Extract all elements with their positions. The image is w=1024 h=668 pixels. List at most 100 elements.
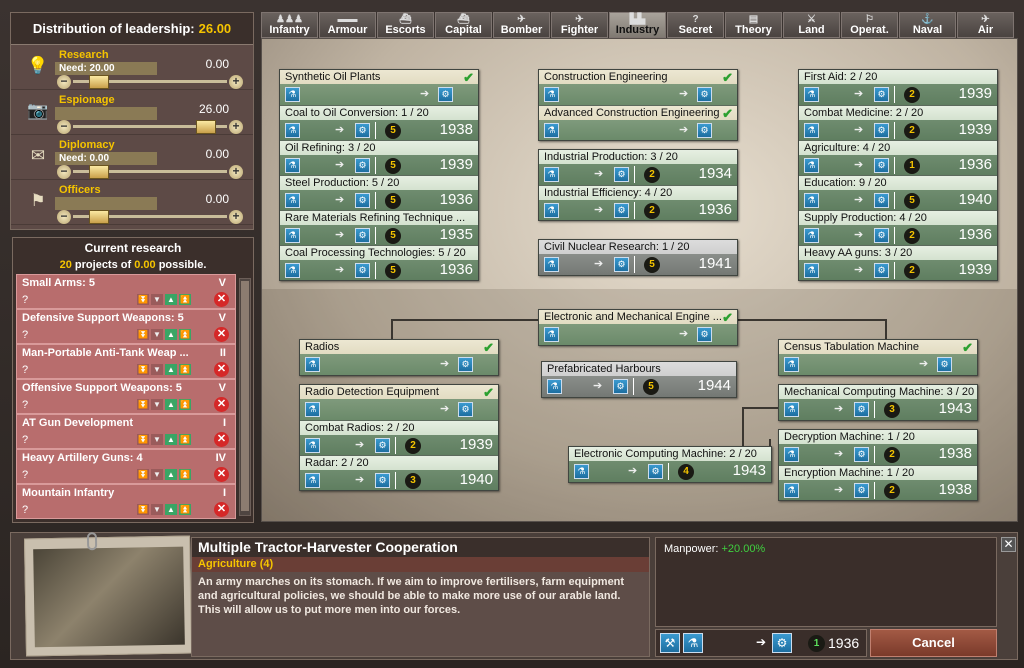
leadership-slider[interactable]: − + <box>57 165 243 179</box>
leadership-slider[interactable]: − + <box>57 75 243 89</box>
tab-naval[interactable]: ⚓ Naval <box>899 12 956 38</box>
move-top-icon[interactable]: ⏫ <box>179 504 191 515</box>
minus-button[interactable]: − <box>57 120 71 134</box>
move-bottom-icon[interactable]: ⏬ <box>137 504 149 515</box>
move-up-icon[interactable]: ▲ <box>165 469 177 480</box>
move-top-icon[interactable]: ⏫ <box>179 329 191 340</box>
tech-row[interactable]: Steel Production: 5 / 20 ⚗ ➔ ⚙ 5 1936 <box>280 175 478 210</box>
plus-button[interactable]: + <box>229 120 243 134</box>
move-up-icon[interactable]: ▲ <box>165 364 177 375</box>
move-bottom-icon[interactable]: ⏬ <box>137 329 149 340</box>
move-down-icon[interactable]: ▼ <box>151 504 163 515</box>
plus-button[interactable]: + <box>229 210 243 224</box>
move-down-icon[interactable]: ▼ <box>151 329 163 340</box>
plus-button[interactable]: + <box>229 165 243 179</box>
tab-land[interactable]: ⚔ Land <box>783 12 840 38</box>
move-up-icon[interactable]: ▲ <box>165 329 177 340</box>
remove-icon[interactable]: ✕ <box>214 467 229 482</box>
move-top-icon[interactable]: ⏫ <box>179 434 191 445</box>
tech-row[interactable]: Heavy AA guns: 3 / 20 ⚗ ➔ ⚙ 2 1939 <box>799 245 997 280</box>
tech-row[interactable]: Radios ✔ ⚗ ➔ ⚙ <box>300 340 498 375</box>
tech-row[interactable]: Civil Nuclear Research: 1 / 20 ⚗ ➔ ⚙ 5 1941 <box>539 240 737 275</box>
tech-row[interactable]: Industrial Production: 3 / 20 ⚗ ➔ ⚙ 2 1934 <box>539 150 737 185</box>
tab-theory[interactable]: ▤ Theory <box>725 12 782 38</box>
leadership-slider[interactable]: − + <box>57 210 243 224</box>
move-bottom-icon[interactable]: ⏬ <box>137 469 149 480</box>
tab-bomber[interactable]: ✈ Bomber <box>493 12 550 38</box>
remove-icon[interactable]: ✕ <box>214 362 229 377</box>
tech-row[interactable]: Coal Processing Technologies: 5 / 20 ⚗ ➔ ⚙ 5… <box>280 245 478 280</box>
slider-knob[interactable] <box>89 165 110 179</box>
move-down-icon[interactable]: ▼ <box>151 469 163 480</box>
tech-row[interactable]: Education: 9 / 20 ⚗ ➔ ⚙ 5 1940 <box>799 175 997 210</box>
close-button[interactable]: ✕ <box>1001 537 1016 552</box>
tech-row[interactable]: Census Tabulation Machine ✔ ⚗ ➔ ⚙ <box>779 340 977 375</box>
tab-industry[interactable]: ▙▙ Industry <box>609 12 666 38</box>
tab-capital[interactable]: ⛴ Capital <box>435 12 492 38</box>
move-down-icon[interactable]: ▼ <box>151 434 163 445</box>
research-queue-item[interactable]: Man-Portable Anti-Tank Weap ... II ? ⏬ ▼ ▲… <box>16 344 236 379</box>
tech-row[interactable]: Supply Production: 4 / 20 ⚗ ➔ ⚙ 2 1936 <box>799 210 997 245</box>
research-queue-item[interactable]: Offensive Support Weapons: 5 V ? ⏬ ▼ ▲ ⏫ ✕ <box>16 379 236 414</box>
scroll-thumb[interactable] <box>241 281 249 511</box>
tab-secret[interactable]: ? Secret <box>667 12 724 38</box>
move-top-icon[interactable]: ⏫ <box>179 469 191 480</box>
tab-fighter[interactable]: ✈ Fighter <box>551 12 608 38</box>
tech-row[interactable]: First Aid: 2 / 20 ⚗ ➔ ⚙ 2 1939 <box>799 70 997 105</box>
tech-row[interactable]: Construction Engineering ✔ ⚗ ➔ ⚙ <box>539 70 737 105</box>
slider-knob[interactable] <box>89 210 110 224</box>
move-bottom-icon[interactable]: ⏬ <box>137 399 149 410</box>
remove-icon[interactable]: ✕ <box>214 327 229 342</box>
move-up-icon[interactable]: ▲ <box>165 434 177 445</box>
research-queue-item[interactable]: Defensive Support Weapons: 5 V ? ⏬ ▼ ▲ ⏫ ✕ <box>16 309 236 344</box>
tech-row[interactable]: Electronic and Mechanical Engine ... ✔ ⚗ ➔ ⚙ <box>539 310 737 345</box>
tech-row[interactable]: Mechanical Computing Machine: 3 / 20 ⚗ ➔ ⚙ 3… <box>779 385 977 420</box>
tech-row[interactable]: Electronic Computing Machine: 2 / 20 ⚗ ➔ ⚙ 4… <box>569 447 771 482</box>
tech-row[interactable]: Agriculture: 4 / 20 ⚗ ➔ ⚙ 1 1936 <box>799 140 997 175</box>
tab-air[interactable]: ✈ Air <box>957 12 1014 38</box>
tech-row[interactable]: Coal to Oil Conversion: 1 / 20 ⚗ ➔ ⚙ 5 1938 <box>280 105 478 140</box>
move-up-icon[interactable]: ▲ <box>165 294 177 305</box>
move-up-icon[interactable]: ▲ <box>165 399 177 410</box>
tech-row[interactable]: Combat Medicine: 2 / 20 ⚗ ➔ ⚙ 2 1939 <box>799 105 997 140</box>
slider-knob[interactable] <box>89 75 110 89</box>
minus-button[interactable]: − <box>57 75 71 89</box>
tech-row[interactable]: Combat Radios: 2 / 20 ⚗ ➔ ⚙ 2 1939 <box>300 420 498 455</box>
tech-row[interactable]: Oil Refining: 3 / 20 ⚗ ➔ ⚙ 5 1939 <box>280 140 478 175</box>
move-bottom-icon[interactable]: ⏬ <box>137 364 149 375</box>
tech-row[interactable]: Decryption Machine: 1 / 20 ⚗ ➔ ⚙ 2 1938 <box>779 430 977 465</box>
move-top-icon[interactable]: ⏫ <box>179 399 191 410</box>
tech-row[interactable]: Prefabricated Harbours ⚗ ➔ ⚙ 5 1944 <box>542 362 736 397</box>
research-queue-item[interactable]: Heavy Artillery Guns: 4 IV ? ⏬ ▼ ▲ ⏫ ✕ <box>16 449 236 484</box>
move-top-icon[interactable]: ⏫ <box>179 294 191 305</box>
move-down-icon[interactable]: ▼ <box>151 294 163 305</box>
queue-scrollbar[interactable] <box>239 278 251 516</box>
move-down-icon[interactable]: ▼ <box>151 364 163 375</box>
tech-row[interactable]: Industrial Efficiency: 4 / 20 ⚗ ➔ ⚙ 2 1936 <box>539 185 737 220</box>
slider-knob[interactable] <box>196 120 217 134</box>
research-queue-item[interactable]: AT Gun Development I ? ⏬ ▼ ▲ ⏫ ✕ <box>16 414 236 449</box>
tech-row[interactable]: Encryption Machine: 1 / 20 ⚗ ➔ ⚙ 2 1938 <box>779 465 977 500</box>
tech-row[interactable]: Radar: 2 / 20 ⚗ ➔ ⚙ 3 1940 <box>300 455 498 490</box>
tab-operat[interactable]: ⚐ Operat. <box>841 12 898 38</box>
minus-button[interactable]: − <box>57 210 71 224</box>
remove-icon[interactable]: ✕ <box>214 432 229 447</box>
move-up-icon[interactable]: ▲ <box>165 504 177 515</box>
remove-icon[interactable]: ✕ <box>214 502 229 517</box>
move-down-icon[interactable]: ▼ <box>151 399 163 410</box>
plus-button[interactable]: + <box>229 75 243 89</box>
tab-infantry[interactable]: ♟♟♟ Infantry <box>261 12 318 38</box>
move-bottom-icon[interactable]: ⏬ <box>137 294 149 305</box>
leadership-slider[interactable]: − + <box>57 120 243 134</box>
research-queue-item[interactable]: Small Arms: 5 V ? ⏬ ▼ ▲ ⏫ ✕ <box>16 274 236 309</box>
research-queue-item[interactable]: Mountain Infantry I ? ⏬ ▼ ▲ ⏫ ✕ <box>16 484 236 519</box>
move-top-icon[interactable]: ⏫ <box>179 364 191 375</box>
tab-escorts[interactable]: ⛴ Escorts <box>377 12 434 38</box>
minus-button[interactable]: − <box>57 165 71 179</box>
move-bottom-icon[interactable]: ⏬ <box>137 434 149 445</box>
tech-row[interactable]: Synthetic Oil Plants ✔ ⚗ ➔ ⚙ <box>280 70 478 105</box>
cancel-button[interactable]: Cancel <box>870 629 997 657</box>
tech-row[interactable]: Rare Materials Refining Technique ... ⚗ ➔ ⚙… <box>280 210 478 245</box>
remove-icon[interactable]: ✕ <box>214 292 229 307</box>
tab-armour[interactable]: ▬▬ Armour <box>319 12 376 38</box>
